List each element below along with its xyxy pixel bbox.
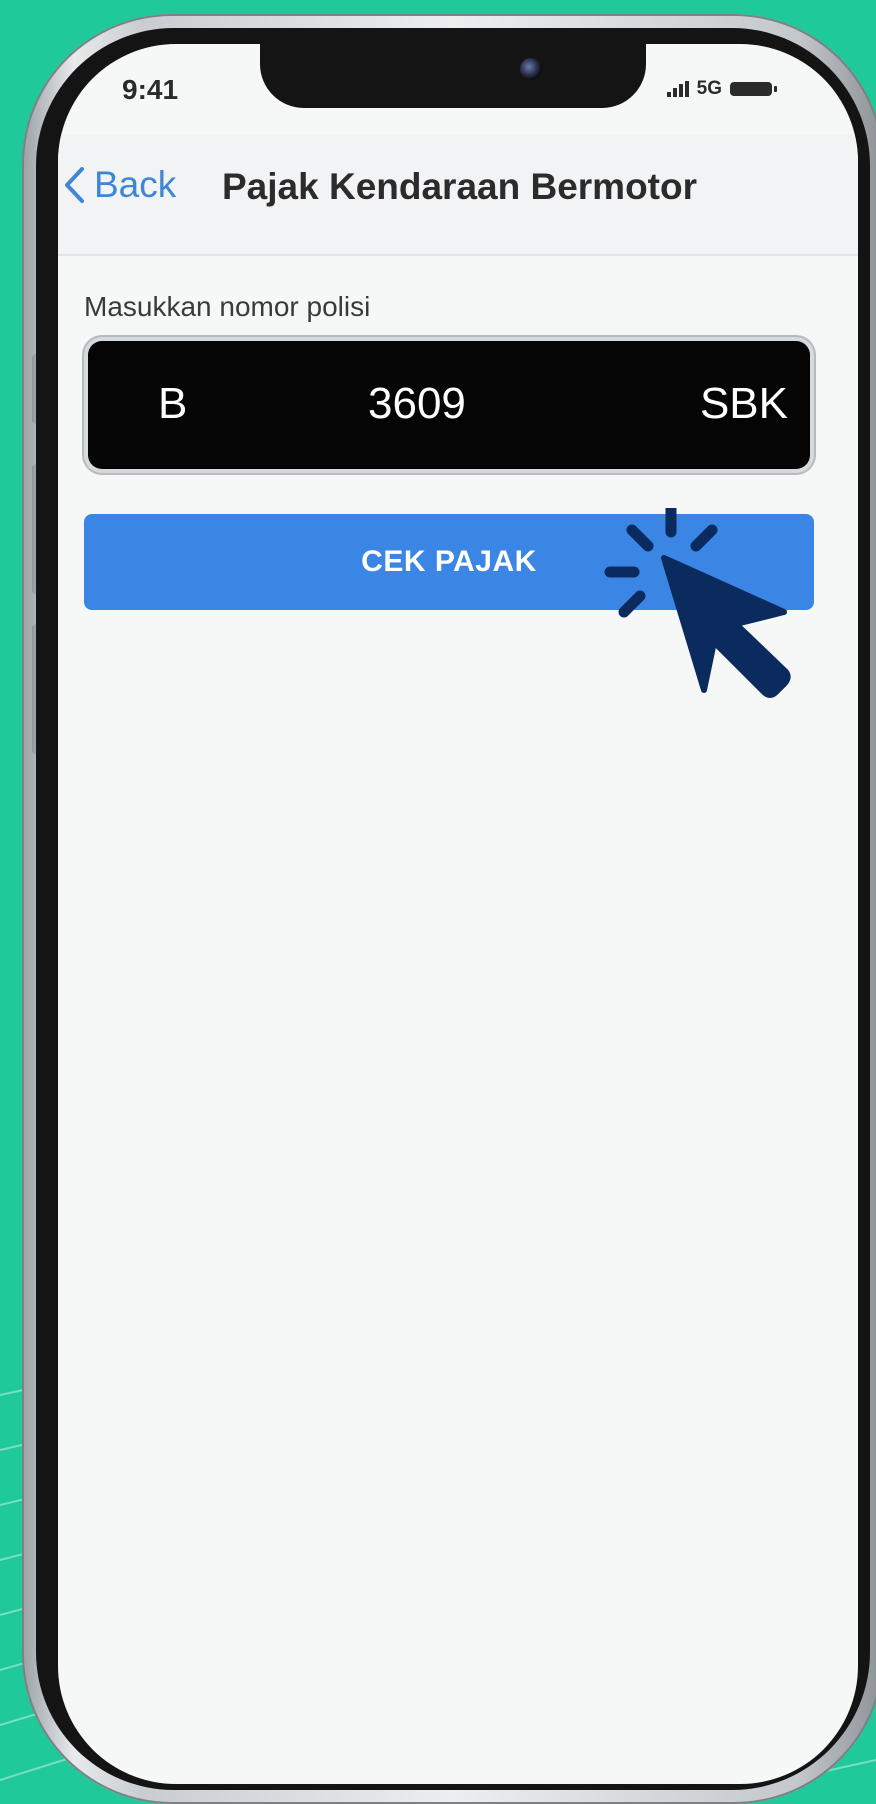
plate-field-label: Masukkan nomor polisi bbox=[84, 291, 371, 322]
status-time: 9:41 bbox=[122, 74, 179, 105]
plate-suffix[interactable]: SBK bbox=[700, 379, 788, 429]
camera-icon bbox=[520, 58, 542, 80]
status-icons: 5G bbox=[666, 78, 777, 100]
phone-screen: 9:41 5G Back Pajak Kendaraan Bermotor Ma… bbox=[58, 44, 858, 1784]
click-cursor-icon bbox=[604, 508, 791, 698]
plate-number[interactable]: 3609 bbox=[368, 379, 466, 429]
back-button[interactable]: Back bbox=[62, 164, 176, 206]
plate-region-code[interactable]: B bbox=[158, 379, 187, 429]
battery-icon bbox=[730, 82, 777, 96]
page-title: Pajak Kendaraan Bermotor bbox=[222, 166, 698, 207]
back-label: Back bbox=[94, 164, 177, 205]
chevron-left-icon bbox=[65, 167, 84, 203]
notch bbox=[260, 44, 646, 108]
network-type: 5G bbox=[696, 78, 722, 99]
navigation-bar: Back Pajak Kendaraan Bermotor bbox=[58, 134, 858, 256]
signal-icon bbox=[666, 81, 689, 97]
license-plate-input[interactable]: B 3609 SBK bbox=[88, 341, 810, 469]
